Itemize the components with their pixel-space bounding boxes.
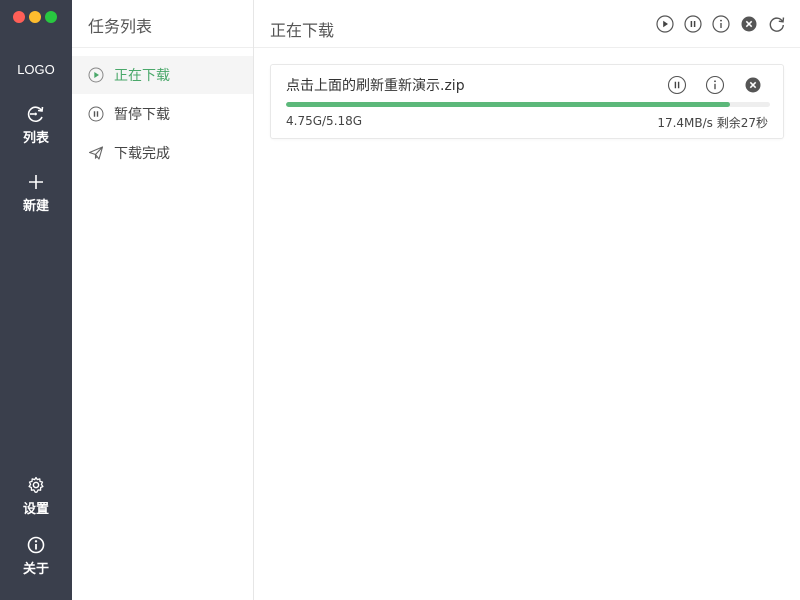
close-window-button[interactable] (13, 11, 25, 23)
paper-plane-icon (88, 146, 104, 160)
rail-item-label: 关于 (22, 562, 49, 577)
cancel-download-button[interactable] (743, 75, 763, 95)
task-list: 正在下载 暂停下载 下载完成 (72, 48, 253, 172)
info-icon (705, 75, 725, 95)
left-rail: LOGO 列表 新建 设置 关于 (0, 0, 72, 600)
task-list-item-downloading[interactable]: 正在下载 (72, 56, 253, 94)
app-logo: LOGO (17, 62, 55, 77)
download-progress-bar (286, 102, 770, 107)
window-controls (13, 11, 57, 23)
refresh-icon (769, 17, 785, 32)
refresh-button[interactable] (768, 15, 786, 33)
task-list-item-label: 下载完成 (114, 146, 170, 162)
rail-item-settings[interactable]: 设置 (0, 475, 72, 517)
minimize-window-button[interactable] (29, 11, 41, 23)
close-icon (745, 77, 761, 93)
download-card: 点击上面的刷新重新演示.zip 4.75G/5.18G 17.4MB/s 剩余2… (270, 64, 784, 139)
maximize-window-button[interactable] (45, 11, 57, 23)
plus-icon (26, 172, 46, 192)
download-size: 4.75G/5.18G (286, 114, 363, 128)
close-icon (741, 16, 757, 32)
page-title: 正在下载 (270, 21, 335, 40)
info-icon (26, 535, 46, 555)
gear-icon (26, 475, 46, 495)
rail-item-label: 新建 (22, 199, 49, 214)
task-list-item-label: 正在下载 (114, 68, 170, 84)
list-refresh-icon (26, 104, 46, 124)
download-speed: 17.4MB/s 剩余27秒 (657, 116, 768, 130)
task-list-item-completed[interactable]: 下载完成 (72, 134, 253, 172)
download-info-button[interactable] (705, 75, 725, 95)
start-all-button[interactable] (656, 15, 674, 33)
rail-item-about[interactable]: 关于 (0, 535, 72, 577)
download-card-toolbar (667, 75, 763, 95)
header-toolbar (656, 15, 786, 33)
pause-all-button[interactable] (684, 15, 702, 33)
play-icon (656, 15, 674, 33)
play-circle-icon (88, 67, 104, 83)
task-list-panel: 任务列表 正在下载 暂停下载 下载完成 (72, 0, 254, 600)
rail-item-label: 设置 (22, 502, 49, 517)
main-panel: 正在下载 点击上面的刷新重新演示.zip 4.75G/5.18G 17.4MB/… (254, 0, 800, 600)
rail-item-list[interactable]: 列表 (0, 104, 72, 146)
task-list-item-label: 暂停下载 (114, 107, 170, 123)
info-icon (712, 15, 730, 33)
pause-icon (667, 75, 687, 95)
delete-all-button[interactable] (740, 15, 758, 33)
download-file-name: 点击上面的刷新重新演示.zip (286, 78, 465, 94)
download-progress-fill (286, 102, 730, 107)
pause-download-button[interactable] (667, 75, 687, 95)
main-header: 正在下载 (254, 0, 800, 48)
pause-circle-icon (88, 106, 104, 122)
rail-item-label: 列表 (22, 131, 49, 146)
task-list-title: 任务列表 (72, 0, 253, 48)
pause-icon (684, 15, 702, 33)
info-button[interactable] (712, 15, 730, 33)
task-list-item-paused[interactable]: 暂停下载 (72, 95, 253, 133)
rail-item-new[interactable]: 新建 (0, 172, 72, 214)
